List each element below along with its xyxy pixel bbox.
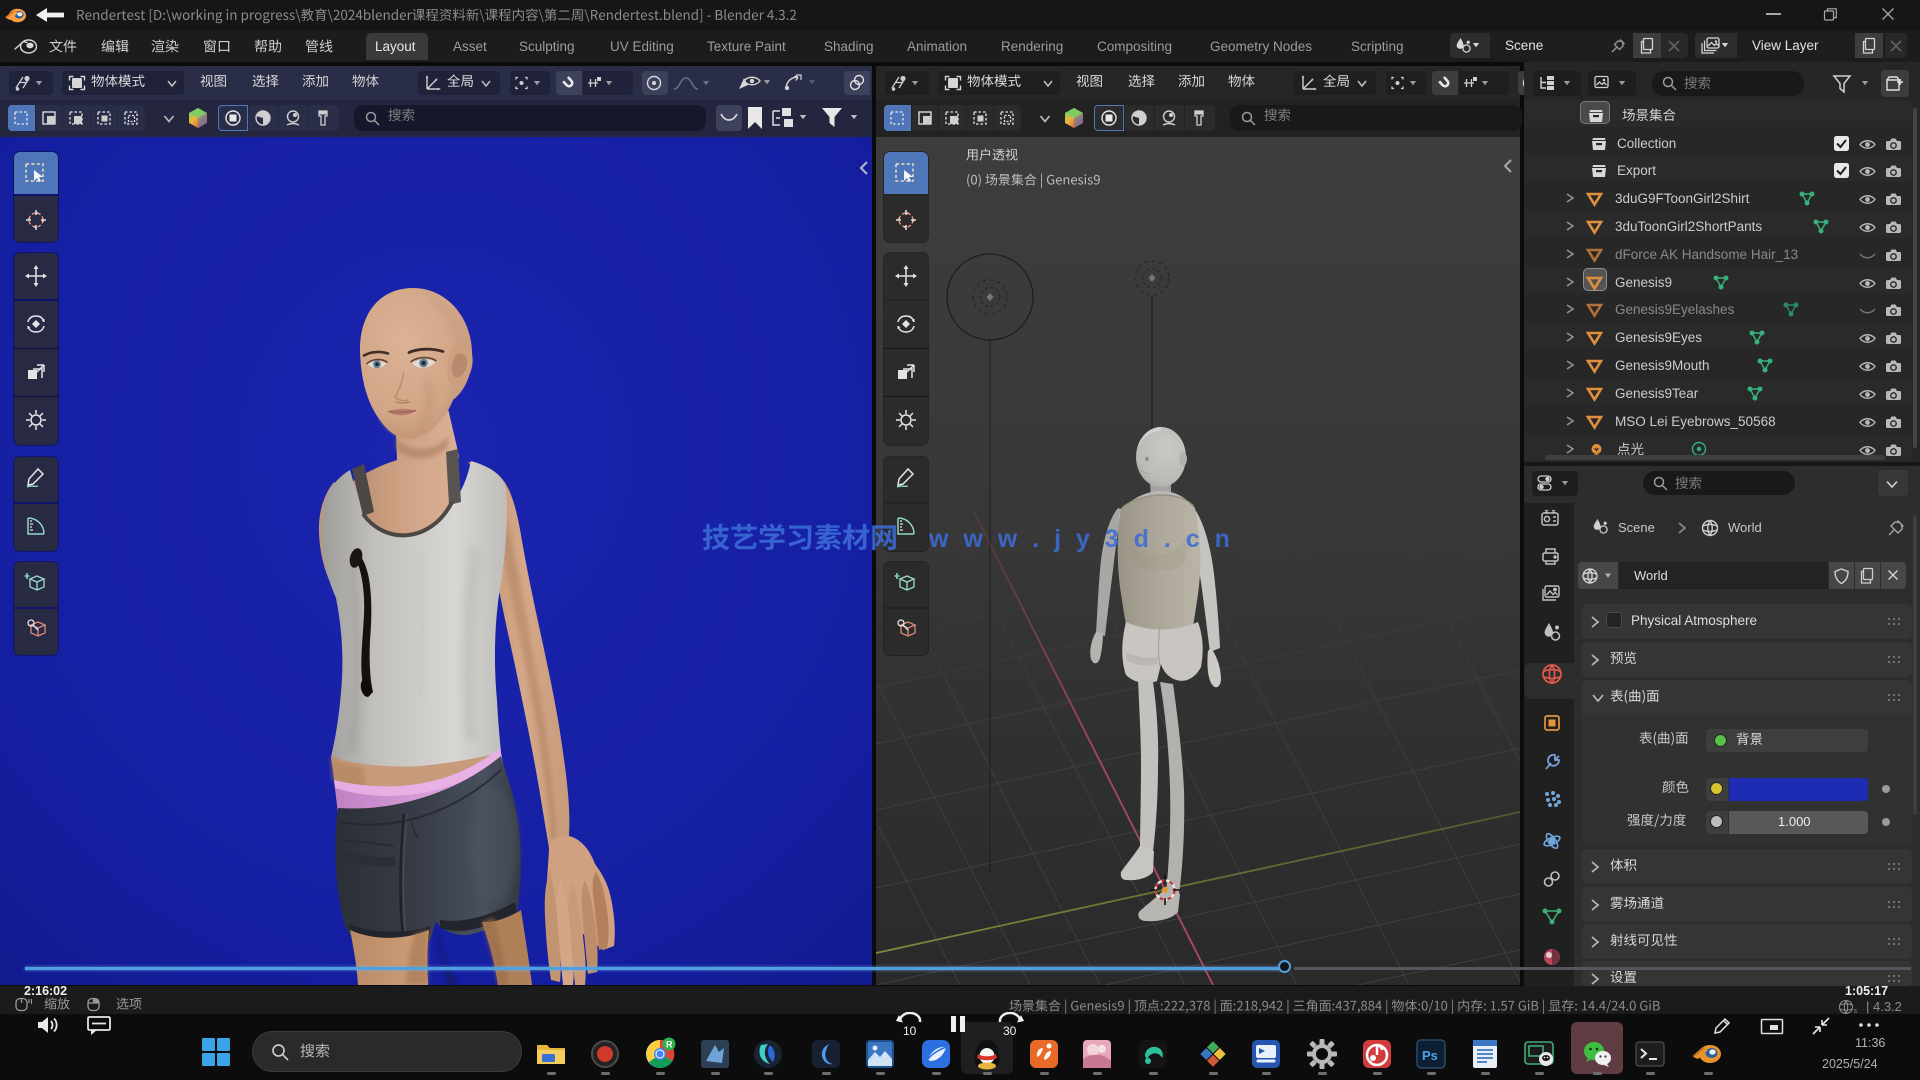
svg-text:R: R (666, 1040, 673, 1050)
svg-text:10: 10 (903, 1024, 917, 1038)
svg-text:30: 30 (1003, 1024, 1017, 1038)
svg-text:Ps: Ps (1422, 1048, 1438, 1063)
